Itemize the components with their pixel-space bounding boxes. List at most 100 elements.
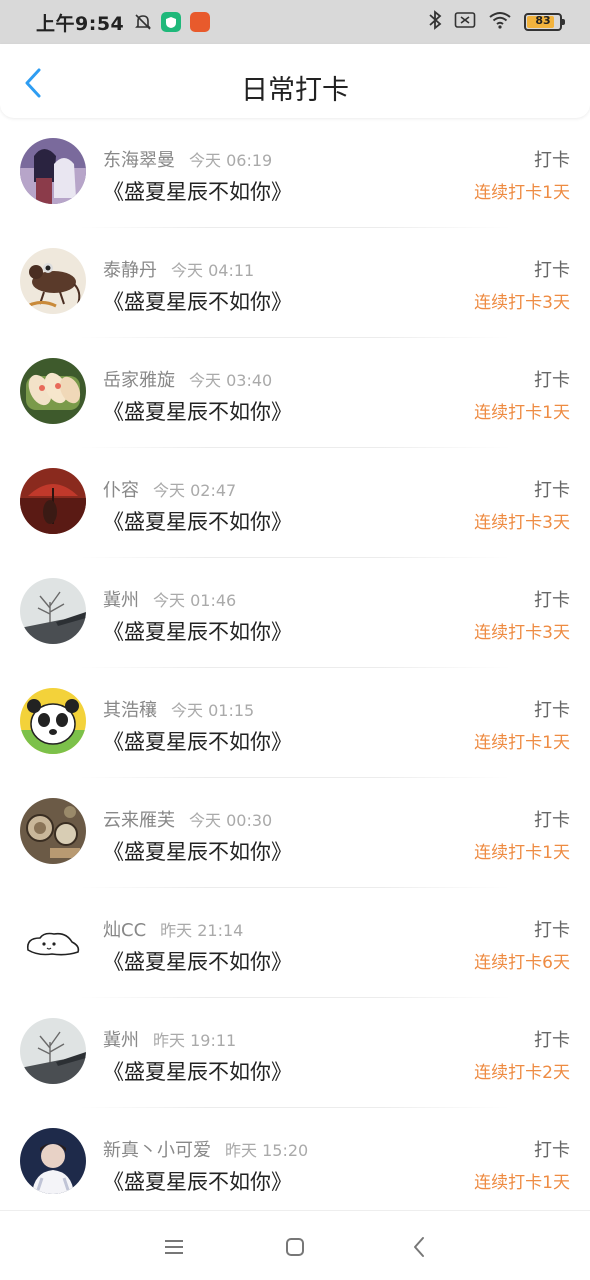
checkin-time: 今天 01:15 xyxy=(171,701,255,720)
avatar[interactable] xyxy=(20,578,86,644)
book-title: 《盛夏星辰不如你》 xyxy=(103,620,292,644)
user-name-text: 仆容 xyxy=(103,480,139,501)
wifi-icon xyxy=(488,11,512,33)
status-time: 上午9:54 xyxy=(36,12,125,35)
user-name-text: 东海翠曼 xyxy=(103,150,175,171)
streak-label: 连续打卡2天 xyxy=(474,1063,570,1083)
book-title: 《盛夏星辰不如你》 xyxy=(103,290,292,314)
list-item[interactable]: 冀州 昨天 19:11 《盛夏星辰不如你》 打卡 连续打卡2天 xyxy=(0,998,590,1108)
book-title: 《盛夏星辰不如你》 xyxy=(103,1170,292,1194)
checkin-time: 今天 01:46 xyxy=(153,591,237,610)
avatar[interactable] xyxy=(20,798,86,864)
status-bar: 上午9:54 83 xyxy=(0,0,590,44)
list-item[interactable]: 新真丶小可爱 昨天 15:20 《盛夏星辰不如你》 打卡 连续打卡1天 xyxy=(0,1108,590,1218)
user-name: 云来雁芙 今天 00:30 xyxy=(103,806,272,832)
streak-label: 连续打卡1天 xyxy=(474,733,570,753)
user-name-text: 新真丶小可爱 xyxy=(103,1140,211,1161)
user-name-text: 云来雁芙 xyxy=(103,810,175,831)
streak-label: 连续打卡3天 xyxy=(474,293,570,313)
streak-label: 连续打卡1天 xyxy=(474,183,570,203)
list-item[interactable]: 其浩穰 今天 01:15 《盛夏星辰不如你》 打卡 连续打卡1天 xyxy=(0,668,590,778)
list-item[interactable]: 岳家雅旋 今天 03:40 《盛夏星辰不如你》 打卡 连续打卡1天 xyxy=(0,338,590,448)
user-name: 冀州 昨天 19:11 xyxy=(103,1026,236,1052)
book-title: 《盛夏星辰不如你》 xyxy=(103,840,292,864)
avatar[interactable] xyxy=(20,138,86,204)
streak-label: 连续打卡1天 xyxy=(474,843,570,863)
checkin-label: 打卡 xyxy=(534,590,570,611)
list-item[interactable]: 冀州 今天 01:46 《盛夏星辰不如你》 打卡 连续打卡3天 xyxy=(0,558,590,668)
checkin-time: 昨天 15:20 xyxy=(225,1141,309,1160)
system-back-button[interactable] xyxy=(405,1233,433,1261)
user-name-text: 泰静丹 xyxy=(103,260,157,281)
mute-bell-icon xyxy=(134,13,152,31)
avatar[interactable] xyxy=(20,1018,86,1084)
checkin-time: 今天 03:40 xyxy=(189,371,273,390)
checkin-label: 打卡 xyxy=(534,1030,570,1051)
user-name: 东海翠曼 今天 06:19 xyxy=(103,146,272,172)
checkin-time: 今天 04:11 xyxy=(171,261,255,280)
checkin-time: 今天 06:19 xyxy=(189,151,273,170)
streak-label: 连续打卡3天 xyxy=(474,513,570,533)
user-name: 其浩穰 今天 01:15 xyxy=(103,696,254,722)
checkin-label: 打卡 xyxy=(534,260,570,281)
streak-label: 连续打卡3天 xyxy=(474,623,570,643)
avatar[interactable] xyxy=(20,358,86,424)
checkin-label: 打卡 xyxy=(534,480,570,501)
book-title: 《盛夏星辰不如你》 xyxy=(103,510,292,534)
page-title: 日常打卡 xyxy=(241,75,349,106)
avatar[interactable] xyxy=(20,1128,86,1194)
streak-label: 连续打卡1天 xyxy=(474,403,570,423)
book-title: 《盛夏星辰不如你》 xyxy=(103,950,292,974)
menu-button[interactable] xyxy=(160,1233,188,1261)
checkin-label: 打卡 xyxy=(534,1140,570,1161)
checkin-label: 打卡 xyxy=(534,700,570,721)
list-item[interactable]: 东海翠曼 今天 06:19 《盛夏星辰不如你》 打卡 连续打卡1天 xyxy=(0,118,590,228)
user-name: 岳家雅旋 今天 03:40 xyxy=(103,366,272,392)
list-item[interactable]: 云来雁芙 今天 00:30 《盛夏星辰不如你》 打卡 连续打卡1天 xyxy=(0,778,590,888)
checkin-time: 昨天 19:11 xyxy=(153,1031,237,1050)
user-name-text: 冀州 xyxy=(103,1030,139,1051)
list-item[interactable]: 灿CC 昨天 21:14 《盛夏星辰不如你》 打卡 连续打卡6天 xyxy=(0,888,590,998)
bluetooth-icon xyxy=(428,10,442,34)
user-name: 冀州 今天 01:46 xyxy=(103,586,236,612)
list-item[interactable]: 泰静丹 今天 04:11 《盛夏星辰不如你》 打卡 连续打卡3天 xyxy=(0,228,590,338)
user-name: 新真丶小可爱 昨天 15:20 xyxy=(103,1136,308,1162)
checkin-label: 打卡 xyxy=(534,150,570,171)
checkin-time: 昨天 21:14 xyxy=(160,921,244,940)
book-title: 《盛夏星辰不如你》 xyxy=(103,730,292,754)
user-name: 泰静丹 今天 04:11 xyxy=(103,256,254,282)
checkin-label: 打卡 xyxy=(534,370,570,391)
user-name: 仆容 今天 02:47 xyxy=(103,476,236,502)
book-title: 《盛夏星辰不如你》 xyxy=(103,400,292,424)
header: 日常打卡 xyxy=(0,44,590,118)
checkin-list: 东海翠曼 今天 06:19 《盛夏星辰不如你》 打卡 连续打卡1天 泰静丹 今天 0… xyxy=(0,118,590,1218)
streak-label: 连续打卡6天 xyxy=(474,953,570,973)
avatar[interactable] xyxy=(20,248,86,314)
checkin-time: 今天 00:30 xyxy=(189,811,273,830)
list-item[interactable]: 仆容 今天 02:47 《盛夏星辰不如你》 打卡 连续打卡3天 xyxy=(0,448,590,558)
user-name-text: 其浩穰 xyxy=(103,700,157,721)
book-title: 《盛夏星辰不如你》 xyxy=(103,180,292,204)
avatar[interactable] xyxy=(20,468,86,534)
checkin-label: 打卡 xyxy=(534,810,570,831)
user-name: 灿CC 昨天 21:14 xyxy=(103,916,243,942)
book-title: 《盛夏星辰不如你》 xyxy=(103,1060,292,1084)
menu-icon xyxy=(165,1240,183,1254)
home-button[interactable] xyxy=(281,1233,309,1261)
battery-level: 83 xyxy=(535,14,551,27)
battery-icon: 83 xyxy=(524,13,565,31)
checkin-label: 打卡 xyxy=(534,920,570,941)
system-nav-bar xyxy=(0,1210,590,1280)
user-name-text: 冀州 xyxy=(103,590,139,611)
avatar[interactable] xyxy=(20,908,86,974)
back-chevron-icon xyxy=(414,1237,424,1257)
shield-icon xyxy=(161,12,182,32)
app-icon xyxy=(190,12,211,32)
streak-label: 连续打卡1天 xyxy=(474,1173,570,1193)
home-square-icon xyxy=(286,1238,304,1256)
user-name-text: 灿CC xyxy=(103,920,147,941)
avatar[interactable] xyxy=(20,688,86,754)
user-name-text: 岳家雅旋 xyxy=(103,370,175,391)
checkin-time: 今天 02:47 xyxy=(153,481,237,500)
sim-icon xyxy=(454,11,476,33)
